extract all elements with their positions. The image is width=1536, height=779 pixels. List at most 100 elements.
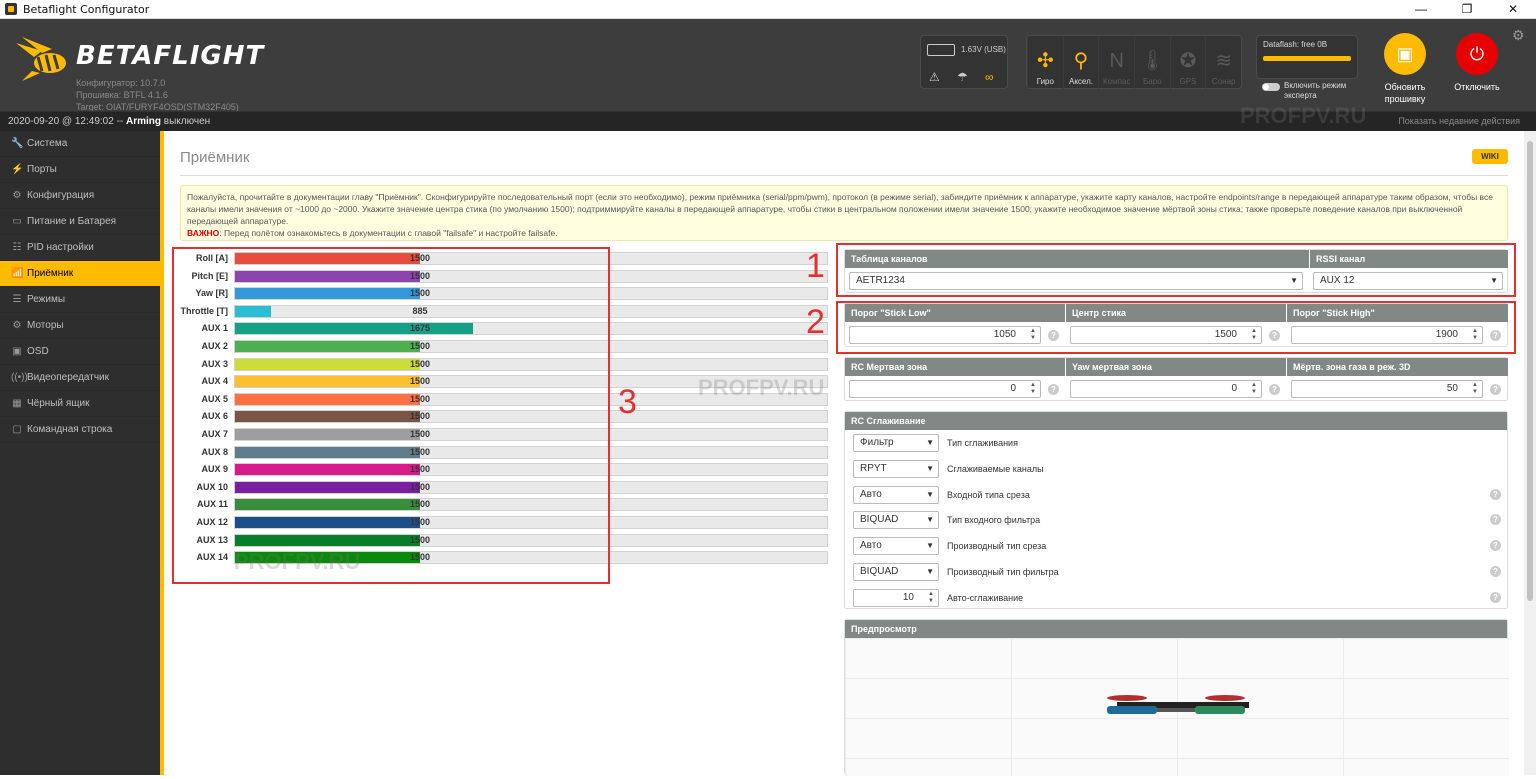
sidebar-item-10[interactable]: ▦ Чёрный ящик: [0, 391, 160, 417]
smoothing-select[interactable]: BIQUAD ▼: [853, 511, 939, 530]
help-icon[interactable]: ?: [1048, 330, 1059, 341]
sidebar-item-7[interactable]: ⚙ Моторы: [0, 313, 160, 339]
sidebar-item-label: Питание и Батарея: [27, 216, 117, 227]
expert-toggle-switch[interactable]: [1262, 83, 1280, 91]
sidebar-item-0[interactable]: 🔧 Система: [0, 131, 160, 157]
scrollbar[interactable]: [1524, 131, 1536, 775]
status-datetime: 2020-09-20 @ 12:49:02 --: [8, 116, 127, 127]
yaw-deadband-input[interactable]: 0 ▲ ▼: [1070, 380, 1262, 398]
sidebar-item-6[interactable]: ☰ Режимы: [0, 287, 160, 313]
channel-value: 1500: [409, 253, 431, 263]
help-icon[interactable]: ?: [1490, 488, 1501, 500]
channel-label: AUX 13: [196, 534, 228, 545]
stick-low-input[interactable]: 1050 ▲ ▼: [849, 326, 1041, 344]
3d-deadband-input[interactable]: 50 ▲ ▼: [1291, 380, 1483, 398]
stick-high-header: Порог "Stick High": [1287, 304, 1508, 322]
sidebar-item-4[interactable]: ☷ PID настройки: [0, 235, 160, 261]
help-icon[interactable]: ?: [1490, 540, 1501, 552]
link-icon: ∞: [985, 70, 994, 84]
annotation-number-3: 3: [618, 383, 637, 421]
close-button[interactable]: ✕: [1490, 0, 1536, 19]
sidebar-item-1[interactable]: ⚡ Порты: [0, 157, 160, 183]
channel-bar: 1500: [234, 252, 828, 265]
spinner-icon[interactable]: ▲ ▼: [1472, 382, 1478, 396]
channel-value: 1500: [409, 517, 431, 527]
sensor-label: GPS: [1179, 77, 1197, 86]
sidebar-item-3[interactable]: ▭ Питание и Батарея: [0, 209, 160, 235]
help-icon[interactable]: ?: [1490, 384, 1501, 395]
channel-value: 1500: [409, 270, 431, 281]
help-icon[interactable]: ?: [1490, 514, 1501, 526]
info-note: Пожалуйста, прочитайте в документации гл…: [180, 185, 1508, 241]
channel-map-select[interactable]: AETR1234 ▼: [849, 272, 1303, 290]
channel-label: AUX 5: [201, 393, 228, 404]
channel-value: 1500: [409, 534, 431, 545]
battery-icon: [927, 44, 955, 56]
smoothing-select[interactable]: Авто ▼: [853, 485, 939, 504]
sensor-label: Гиро: [1036, 77, 1054, 86]
spinner-icon[interactable]: ▲ ▼: [928, 591, 934, 605]
settings-gear-icon[interactable]: ⚙: [1512, 27, 1525, 44]
sidebar-item-11[interactable]: ▢ Командная строка: [0, 417, 160, 443]
maximize-button[interactable]: ❐: [1444, 0, 1490, 19]
usb-icon: ⏻: [1456, 33, 1498, 75]
smoothing-value: Авто: [860, 488, 882, 500]
spinner-icon[interactable]: ▲ ▼: [1251, 328, 1257, 342]
smoothing-select[interactable]: BIQUAD ▼: [853, 563, 939, 581]
rssi-header: RSSI канал: [1310, 250, 1508, 268]
channel-bar: 1500: [234, 428, 828, 441]
channel-label: AUX 3: [201, 358, 228, 369]
stick-low-header: Порог "Stick Low": [845, 304, 1065, 322]
rc-deadband-input[interactable]: 0 ▲ ▼: [849, 380, 1041, 398]
chevron-down-icon: ▼: [1290, 276, 1298, 285]
stick-high-input[interactable]: 1900 ▲ ▼: [1291, 326, 1483, 344]
channel-row: AUX 7 1500: [174, 428, 828, 441]
smoothing-label: Входной типа среза: [947, 489, 1030, 500]
update-firmware-button[interactable]: ▣ Обновить прошивку: [1370, 33, 1440, 105]
accelerometer-icon: ⚲: [1073, 50, 1089, 72]
smoothing-select[interactable]: Фильтр ▼: [853, 434, 939, 452]
channel-row: AUX 8 1500: [174, 445, 828, 459]
smoothing-value: Фильтр: [860, 437, 894, 448]
channel-bar: 885: [234, 304, 828, 318]
channel-row: AUX 12 1500: [174, 516, 828, 529]
help-icon[interactable]: ?: [1490, 591, 1501, 603]
smoothing-label: Тип входного фильтра: [947, 515, 1041, 526]
help-icon[interactable]: ?: [1048, 384, 1059, 395]
recent-actions-link[interactable]: Показать недавние действия: [1398, 116, 1520, 126]
spinner-icon[interactable]: ▲ ▼: [1251, 382, 1257, 396]
chevron-down-icon: ▼: [1490, 276, 1498, 285]
rssi-select[interactable]: AUX 12 ▼: [1313, 272, 1503, 290]
spinner-icon[interactable]: ▲ ▼: [1030, 328, 1036, 342]
channel-value: 1500: [409, 358, 431, 369]
stick-center-input[interactable]: 1500 ▲ ▼: [1070, 326, 1262, 344]
wiki-button[interactable]: WIKI: [1472, 149, 1508, 164]
sidebar-item-8[interactable]: ▣ OSD: [0, 339, 160, 365]
help-icon[interactable]: ?: [1269, 330, 1280, 341]
help-icon[interactable]: ?: [1490, 330, 1501, 341]
note-warn-label: ВАЖНО: [187, 228, 220, 238]
note-text: Пожалуйста, прочитайте в документации гл…: [187, 192, 1493, 226]
sidebar-item-2[interactable]: ⚙ Конфигурация: [0, 183, 160, 209]
app-icon: [5, 3, 17, 15]
compass-icon: N: [1109, 50, 1124, 72]
help-icon[interactable]: ?: [1490, 566, 1501, 577]
sensor-3: 🌡 Баро: [1134, 36, 1170, 90]
cli-icon: ▢: [12, 424, 22, 435]
smoothing-select[interactable]: RPYT ▼: [853, 459, 939, 478]
smoothing-label: Сглаживаемые каналы: [947, 463, 1044, 474]
chevron-down-icon: ▼: [926, 567, 934, 576]
scrollbar-thumb[interactable]: [1527, 141, 1533, 601]
sidebar-item-5[interactable]: 📶 Приёмник: [0, 261, 160, 287]
spinner-icon[interactable]: ▲ ▼: [1472, 328, 1478, 342]
spinner-icon[interactable]: ▲ ▼: [1030, 382, 1036, 396]
disconnect-button[interactable]: ⏻ Отключить: [1442, 33, 1512, 93]
channel-row: AUX 3 1500: [174, 357, 828, 371]
sidebar-item-9[interactable]: ((•)) Видеопередатчик: [0, 365, 160, 391]
smoothing-select[interactable]: Авто ▼: [853, 537, 939, 556]
auto-smoothing-input[interactable]: 10 ▲ ▼: [853, 588, 939, 607]
channel-label: AUX 4: [201, 376, 228, 387]
channel-value: 1500: [409, 341, 431, 351]
minimize-button[interactable]: —: [1398, 0, 1444, 19]
help-icon[interactable]: ?: [1269, 384, 1280, 395]
